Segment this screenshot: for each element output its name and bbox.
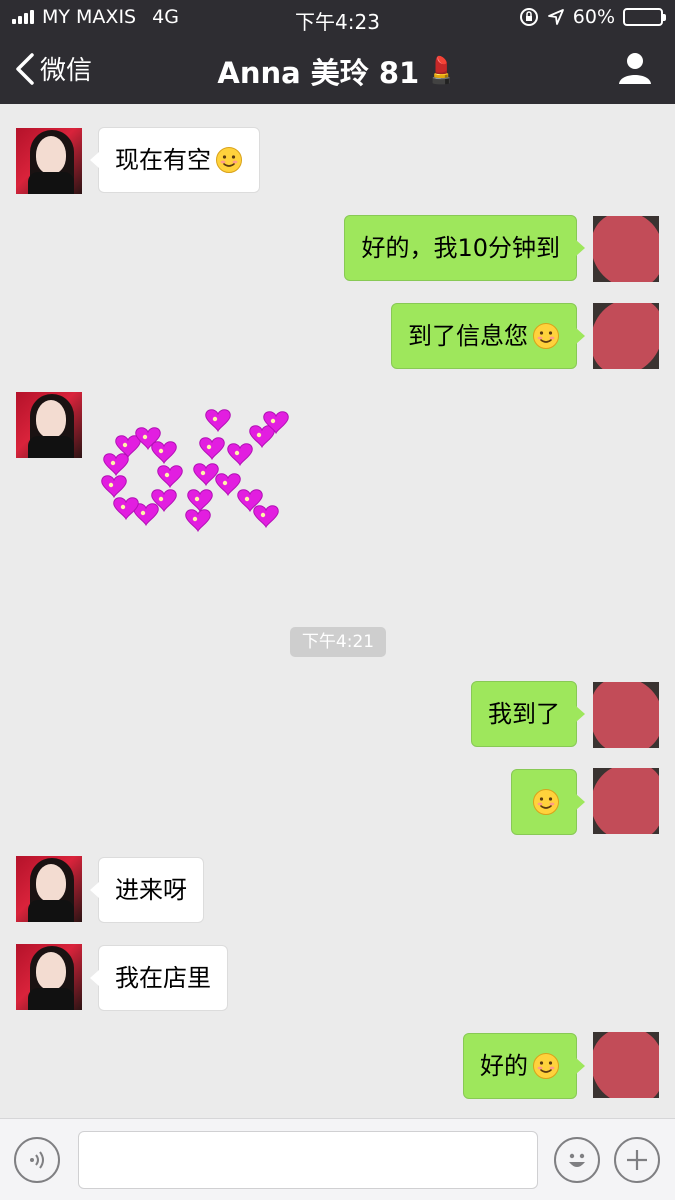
message-text: 好的，我10分钟到 xyxy=(361,234,560,262)
my-avatar[interactable] xyxy=(593,682,659,748)
ok-hearts-sticker[interactable] xyxy=(100,402,290,542)
status-right: 60% xyxy=(519,6,666,28)
message-bubble-outgoing[interactable] xyxy=(511,769,585,835)
rotation-lock-icon xyxy=(519,8,538,26)
lipstick-emoji: 💄 xyxy=(425,56,458,86)
message-bubble-incoming[interactable]: 现在有空 xyxy=(90,127,260,193)
chat-title-text: Anna 美玲 81 xyxy=(217,56,420,90)
header-bar: MY MAXIS 4G 下午4:23 60% 微信 Anna 美玲 81 💄 xyxy=(0,0,675,104)
message-text: 好的 xyxy=(480,1052,528,1080)
message-text: 我在店里 xyxy=(115,964,211,992)
chat-timestamp: 下午4:21 xyxy=(290,627,386,657)
emoji-button[interactable] xyxy=(554,1137,600,1183)
person-icon[interactable] xyxy=(617,50,653,86)
chat-title: Anna 美玲 81 💄 xyxy=(0,50,675,92)
message-bubble-incoming[interactable]: 进来呀 xyxy=(90,857,204,923)
location-arrow-icon xyxy=(547,9,564,25)
message-input[interactable] xyxy=(78,1131,538,1189)
my-avatar[interactable] xyxy=(593,216,659,282)
smile-emoji-icon xyxy=(533,323,559,349)
plus-button[interactable] xyxy=(614,1137,660,1183)
contact-avatar[interactable] xyxy=(16,392,82,458)
contact-avatar[interactable] xyxy=(16,944,82,1010)
smile-emoji-icon xyxy=(216,147,242,173)
voice-button[interactable] xyxy=(14,1137,60,1183)
plus-icon xyxy=(627,1150,647,1170)
message-bubble-outgoing[interactable]: 好的 xyxy=(463,1033,585,1099)
smile-emoji-icon xyxy=(533,1053,559,1079)
chat-area[interactable]: 现在有空 好的，我10分钟到 到了信息您 下午4:21 我到了 进来呀 我在店里… xyxy=(0,104,675,1118)
voice-icon xyxy=(30,1151,44,1169)
contact-avatar[interactable] xyxy=(16,128,82,194)
message-bubble-outgoing[interactable]: 到了信息您 xyxy=(391,303,585,369)
my-avatar[interactable] xyxy=(593,768,659,834)
message-text: 到了信息您 xyxy=(408,322,528,350)
battery-percent: 60% xyxy=(572,6,615,28)
message-bubble-incoming[interactable]: 我在店里 xyxy=(90,945,228,1011)
my-avatar[interactable] xyxy=(593,303,659,369)
nav-bar: 微信 Anna 美玲 81 💄 xyxy=(0,36,675,104)
my-avatar[interactable] xyxy=(593,1032,659,1098)
status-bar: MY MAXIS 4G 下午4:23 60% xyxy=(0,0,675,36)
message-text: 我到了 xyxy=(488,700,560,728)
smile-emoji-icon xyxy=(533,789,559,815)
message-text: 现在有空 xyxy=(115,146,211,174)
message-bubble-outgoing[interactable]: 好的，我10分钟到 xyxy=(344,215,585,281)
battery-icon xyxy=(623,8,666,26)
message-bubble-outgoing[interactable]: 我到了 xyxy=(471,681,585,747)
contact-avatar[interactable] xyxy=(16,856,82,922)
message-text: 进来呀 xyxy=(115,876,187,904)
emoji-icon xyxy=(569,1153,585,1167)
input-bar xyxy=(0,1118,675,1200)
